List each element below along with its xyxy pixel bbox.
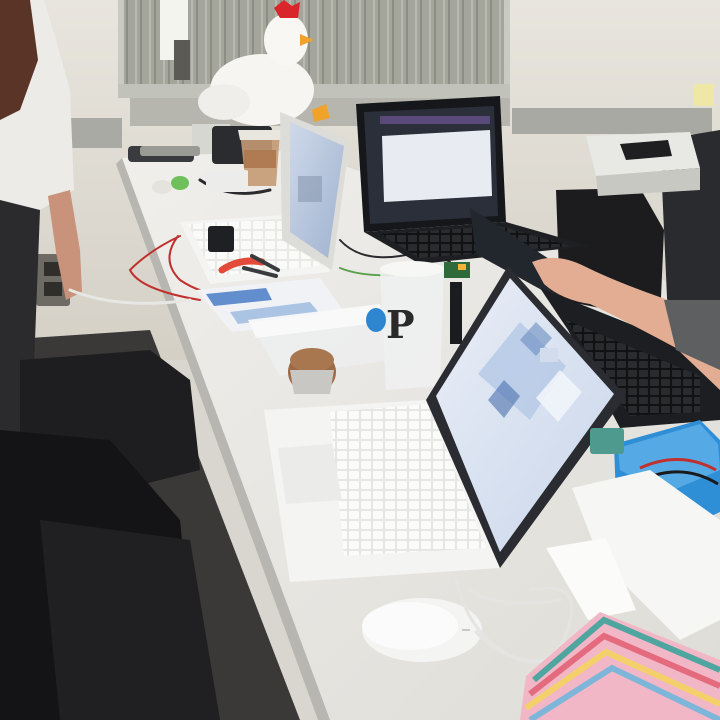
- photo-scene: P: [0, 0, 720, 720]
- servo-motor: [208, 226, 234, 252]
- black-cable-stand: [450, 282, 462, 344]
- printer: [586, 132, 700, 196]
- purdue-logo: P: [386, 302, 415, 347]
- scene-drawing: P: [0, 0, 720, 720]
- breadboard: [206, 170, 248, 192]
- purdue-plastic-cup: P: [380, 261, 444, 390]
- tape-roll: [171, 176, 189, 190]
- chip-board: [444, 262, 470, 278]
- green-box: [590, 428, 624, 454]
- sticky-note: [694, 84, 714, 106]
- chip-led: [458, 264, 466, 270]
- wall-rail-right: [512, 108, 712, 134]
- blue-tape-roll: [366, 308, 386, 332]
- tape-roll-2: [152, 180, 172, 194]
